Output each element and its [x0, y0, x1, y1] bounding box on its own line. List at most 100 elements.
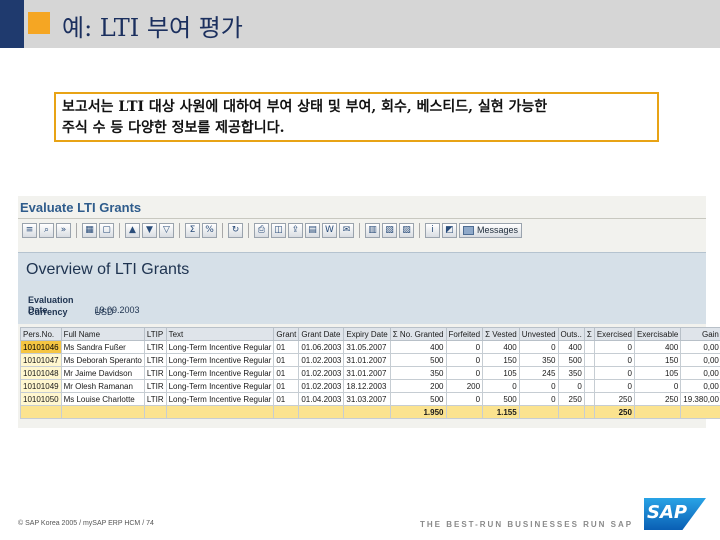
sort-asc-icon[interactable]: ▲ — [125, 222, 140, 238]
column-header[interactable]: Σ No. Granted — [389, 327, 447, 341]
personnel-number-cell[interactable]: 10101048 — [20, 366, 62, 380]
table-cell: LTIR — [143, 379, 167, 393]
print-icon[interactable]: ⎙ — [254, 222, 269, 238]
table-cell: 350 — [557, 366, 585, 380]
table-cell: 0,00 — [680, 340, 720, 354]
toolbar-separator — [419, 222, 420, 238]
table-cell: 400 — [633, 340, 682, 354]
print-preview-icon[interactable]: ◫ — [271, 222, 286, 238]
table-cell: 01 — [273, 340, 300, 354]
slide-title: 예: LTI 부여 평가 — [62, 14, 243, 42]
personnel-number-cell[interactable]: 10101047 — [20, 353, 62, 367]
column-header[interactable]: Full Name — [60, 327, 145, 341]
refresh-icon[interactable]: ↻ — [228, 222, 243, 238]
column-header[interactable]: Grant — [273, 327, 300, 341]
table-cell: 250 — [593, 392, 635, 406]
filter-icon[interactable]: ▽ — [159, 222, 174, 238]
table-row[interactable]: 10101050 Ms Louise Charlotte LTIR Long-Term… — [20, 392, 720, 406]
slide-header: 예: LTI 부여 평가 — [0, 0, 720, 48]
callout-line-2: 주식 수 등 다양한 정보를 제공합니다. — [62, 120, 285, 136]
sum-icon[interactable]: Σ — [185, 222, 200, 238]
info-icon[interactable]: i — [425, 222, 440, 238]
table-cell: 0,00 — [680, 366, 720, 380]
personnel-number-cell[interactable]: 10101046 — [20, 340, 62, 354]
table-cell: 200 — [445, 379, 484, 393]
table-cell: 0 — [593, 379, 635, 393]
table-cell: 0 — [593, 353, 635, 367]
table-cell: 0,00 — [680, 379, 720, 393]
messages-button[interactable]: Messages — [459, 222, 523, 238]
table-cell — [583, 340, 595, 354]
table-cell: Mr Jaime Davidson — [60, 366, 145, 380]
column-header[interactable]: Outs.. — [557, 327, 585, 341]
table-row[interactable]: 10101048 Mr Jaime Davidson LTIR Long-Term I… — [20, 366, 720, 380]
column-header[interactable]: Σ — [583, 327, 595, 341]
total-cell — [518, 405, 559, 419]
save-layout-icon[interactable]: ▨ — [399, 222, 414, 238]
alv-toolbar: ≡ ⌕ » ▦ ▢ ▲ ▼ ▽ Σ % ↻ ⎙ ◫ ⇪ ▤ W ✉ ▥ ▧ ▨ … — [18, 220, 706, 240]
table-cell: 400 — [557, 340, 585, 354]
table-cell: 01.02.2003 — [298, 353, 345, 367]
sort-desc-icon[interactable]: ▼ — [142, 222, 157, 238]
select-icon[interactable]: ▦ — [82, 222, 97, 238]
table-cell: 01 — [273, 366, 300, 380]
table-cell: 19.380,00 — [680, 392, 720, 406]
column-header[interactable]: Grant Date — [298, 327, 345, 341]
personnel-number-cell[interactable]: 10101050 — [20, 392, 62, 406]
footer-tagline: THE BEST-RUN BUSINESSES RUN SAP — [420, 520, 634, 529]
currency-label: Currency — [28, 307, 68, 317]
table-row[interactable]: 10101046 Ms Sandra Fußer LTIR Long-Term Inc… — [20, 340, 720, 354]
choose-layout-icon[interactable]: ▧ — [382, 222, 397, 238]
table-cell: 500 — [389, 392, 447, 406]
lti-grants-table: Pers.No. Full Name LTIP Text Grant Grant… — [20, 327, 720, 419]
find-next-icon[interactable]: » — [56, 222, 71, 238]
table-cell: 01.02.2003 — [298, 366, 345, 380]
total-cell — [273, 405, 300, 419]
excel-icon[interactable]: ▤ — [305, 222, 320, 238]
table-row[interactable]: 10101049 Mr Olesh Ramanan LTIR Long-Term In… — [20, 379, 720, 393]
table-cell: 0 — [633, 379, 682, 393]
sap-window: Evaluate LTI Grants ≡ ⌕ » ▦ ▢ ▲ ▼ ▽ Σ % … — [18, 196, 720, 428]
table-cell — [583, 379, 595, 393]
column-header[interactable]: LTIP — [143, 327, 167, 341]
table-cell: 01 — [273, 392, 300, 406]
table-cell: 0 — [445, 353, 484, 367]
column-header[interactable]: Text — [165, 327, 275, 341]
table-cell: 350 — [518, 353, 559, 367]
table-cell: 18.12.2003 — [343, 379, 391, 393]
deselect-icon[interactable]: ▢ — [99, 222, 114, 238]
word-icon[interactable]: W — [322, 222, 337, 238]
callout-line-1: 보고서는 LTI 대상 사원에 대하여 부여 상태 및 부여, 회수, 베스티드… — [62, 99, 548, 115]
messages-icon — [463, 225, 474, 235]
subtotal-icon[interactable]: % — [202, 222, 217, 238]
table-cell: 31.01.2007 — [343, 353, 391, 367]
details-icon[interactable]: ≡ — [22, 222, 37, 238]
column-header[interactable]: Expiry Date — [343, 327, 391, 341]
table-row[interactable]: 10101047 Ms Deborah Speranto LTIR Long-Term… — [20, 353, 720, 367]
table-cell: Ms Deborah Speranto — [60, 353, 145, 367]
table-cell: 0 — [445, 366, 484, 380]
header-accent-block — [0, 0, 24, 48]
column-header[interactable]: Σ Vested — [482, 327, 520, 341]
column-header[interactable]: Forfeited — [445, 327, 484, 341]
column-header[interactable]: Exercised — [593, 327, 635, 341]
table-cell: 250 — [557, 392, 585, 406]
column-header[interactable]: Exercisable — [633, 327, 682, 341]
column-header[interactable]: Unvested — [518, 327, 559, 341]
toolbar-separator — [179, 222, 180, 238]
table-cell: 0 — [518, 379, 559, 393]
table-cell: 01 — [273, 353, 300, 367]
personnel-number-cell[interactable]: 10101049 — [20, 379, 62, 393]
graphic-icon[interactable]: ◩ — [442, 222, 457, 238]
mail-icon[interactable]: ✉ — [339, 222, 354, 238]
find-icon[interactable]: ⌕ — [39, 222, 54, 238]
total-cell — [165, 405, 275, 419]
column-header[interactable]: Gain — [680, 327, 720, 341]
layout-icon[interactable]: ▥ — [365, 222, 380, 238]
total-cell — [680, 405, 720, 419]
export-icon[interactable]: ⇪ — [288, 222, 303, 238]
total-cell — [298, 405, 345, 419]
callout-box: 보고서는 LTI 대상 사원에 대하여 부여 상태 및 부여, 회수, 베스티드… — [54, 92, 659, 142]
column-header[interactable]: Pers.No. — [20, 327, 62, 341]
total-cell — [60, 405, 145, 419]
